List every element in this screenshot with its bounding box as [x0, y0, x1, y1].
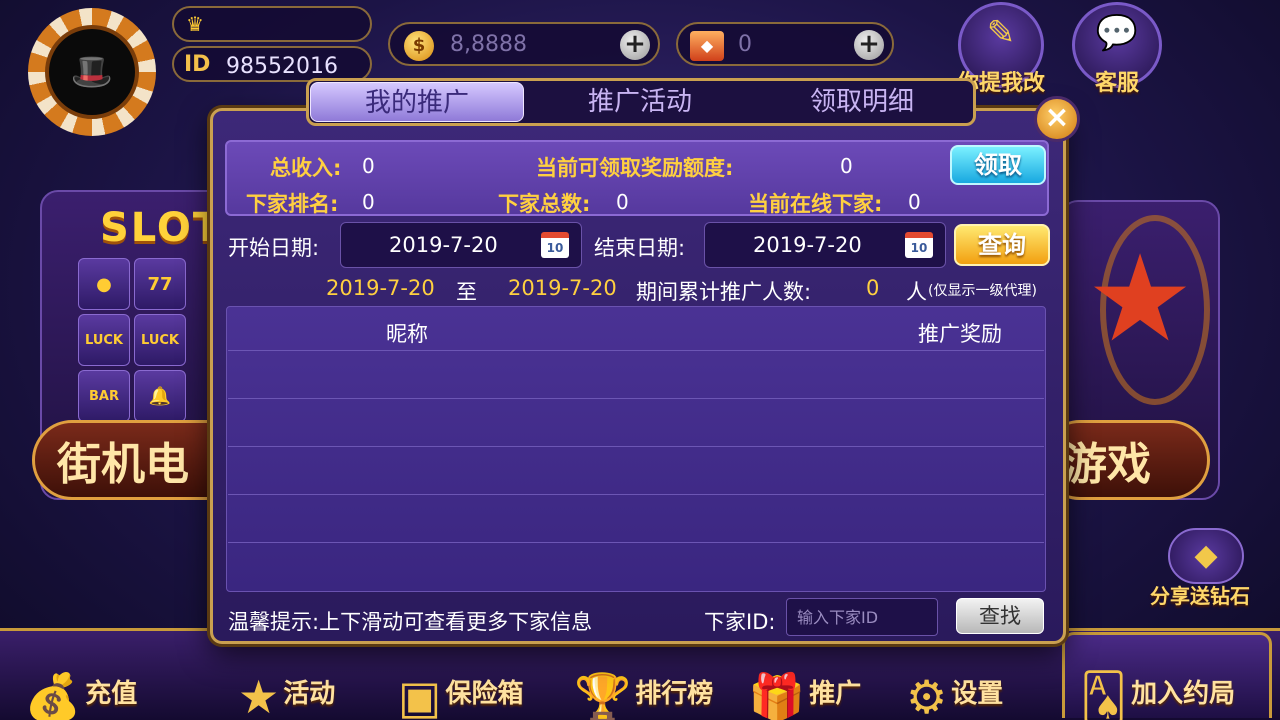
slot-cell: LUCK	[78, 314, 130, 366]
search-button[interactable]: 查找	[956, 598, 1044, 634]
cards-icon: 🂡	[1080, 670, 1128, 720]
end-date-field[interactable]: 2019-7-20 10	[704, 222, 946, 268]
chat-icon: 💬	[1095, 13, 1139, 53]
slot-cell: ●	[78, 258, 130, 310]
nav-label: 保险箱	[445, 679, 524, 709]
nav-label: 设置	[951, 679, 1004, 709]
close-button[interactable]: ×	[1034, 96, 1080, 142]
add-coins-button[interactable]: +	[620, 30, 650, 60]
feedback-button[interactable]: ✎ 你提我改	[957, 2, 1045, 96]
id-label: ID	[184, 52, 211, 77]
hat-icon: 🎩	[70, 52, 114, 92]
sub-online-value: 0	[908, 190, 921, 214]
column-nickname: 昵称	[386, 322, 428, 346]
sub-total-value: 0	[616, 190, 629, 214]
range-from: 2019-7-20	[326, 276, 435, 300]
share-diamond-button[interactable]: ◆	[1168, 528, 1244, 584]
sub-rank-value: 0	[362, 190, 375, 214]
nav-label: 活动	[283, 679, 336, 709]
slot-cell: 🔔	[134, 370, 186, 422]
star-icon: ★	[1086, 230, 1194, 369]
safe-icon: ▣	[398, 670, 442, 720]
crown-icon: ♛	[186, 12, 204, 36]
nav-label: 推广	[809, 679, 862, 709]
slot-cell: BAR	[78, 370, 130, 422]
nav-safe[interactable]: ▣ 保险箱	[398, 640, 523, 720]
tip-text: 温馨提示:上下滑动可查看更多下家信息	[228, 610, 593, 634]
gift-icon: 🎁	[748, 670, 806, 720]
diamond-icon: ◆	[690, 31, 724, 61]
nav-label: 加入约局	[1131, 679, 1236, 709]
diamond-balance: ◆ 0 +	[676, 22, 894, 66]
table-row-divider	[228, 350, 1044, 351]
query-button[interactable]: 查询	[954, 224, 1050, 266]
range-to: 2019-7-20	[508, 276, 617, 300]
end-date-label: 结束日期:	[594, 236, 686, 260]
player-id-pill: ID 98552016	[172, 46, 372, 82]
table-row-divider	[228, 494, 1044, 495]
avatar-image: 🎩	[45, 25, 139, 119]
start-date-field[interactable]: 2019-7-20 10	[340, 222, 582, 268]
promoted-count-unit: 人	[906, 280, 927, 304]
total-income-value: 0	[362, 154, 375, 178]
nav-recharge[interactable]: 💰 充值	[24, 640, 137, 720]
nav-label: 充值	[85, 679, 138, 709]
tab-promotion-events[interactable]: 推广活动	[530, 82, 750, 122]
money-bag-icon: 💰	[24, 670, 82, 720]
share-label: 分享送钻石	[1150, 584, 1250, 608]
claim-button[interactable]: 领取	[950, 145, 1046, 185]
calendar-icon[interactable]: 10	[905, 232, 933, 258]
coin-balance: $ 8,8888 +	[388, 22, 660, 66]
start-date-label: 开始日期:	[228, 236, 320, 260]
promoted-count-note: (仅显示一级代理)	[928, 283, 1037, 299]
total-income-label: 总收入:	[270, 156, 342, 180]
sub-id-label: 下家ID:	[704, 610, 776, 634]
slot-title: SLOT	[100, 205, 223, 251]
player-id: 98552016	[226, 54, 338, 79]
nickname-pill: ♛	[172, 6, 372, 42]
diamond-value: 0	[738, 32, 752, 57]
coin-icon: $	[404, 31, 434, 61]
end-date-value: 2019-7-20	[753, 233, 862, 257]
sub-total-label: 下家总数:	[498, 192, 591, 216]
add-diamonds-button[interactable]: +	[854, 30, 884, 60]
tab-my-promotion[interactable]: 我的推广	[310, 82, 524, 122]
slot-cell: LUCK	[134, 314, 186, 366]
range-to-word: 至	[456, 280, 477, 304]
slot-cell: 77	[134, 258, 186, 310]
customer-service-button[interactable]: 💬 客服	[1072, 2, 1162, 96]
edit-icon: ✎	[986, 13, 1016, 53]
claimable-label: 当前可领取奖励额度:	[536, 156, 734, 180]
nav-leaderboard[interactable]: 🏆 排行榜	[574, 640, 713, 720]
sub-id-input[interactable]	[786, 598, 938, 636]
start-date-value: 2019-7-20	[389, 233, 498, 257]
service-label: 客服	[1094, 71, 1139, 96]
tab-claim-details[interactable]: 领取明细	[752, 82, 972, 122]
nav-promotion[interactable]: 🎁 推广	[748, 640, 861, 720]
sub-online-label: 当前在线下家:	[748, 192, 883, 216]
subordinate-table[interactable]	[226, 306, 1046, 592]
table-row-divider	[228, 446, 1044, 447]
coin-value: 8,8888	[450, 32, 527, 57]
trophy-icon: 🏆	[574, 670, 632, 720]
column-reward: 推广奖励	[918, 322, 1002, 346]
nav-label: 排行榜	[635, 679, 714, 709]
avatar[interactable]: 🎩	[28, 8, 156, 136]
promoted-count-label: 期间累计推广人数:	[636, 280, 812, 304]
claimable-value: 0	[840, 154, 853, 178]
nav-join-room[interactable]: 🂡 加入约局	[1080, 640, 1235, 720]
nav-settings[interactable]: ⚙ 设置	[906, 640, 1003, 720]
table-row-divider	[228, 542, 1044, 543]
nav-events[interactable]: ★ 活动	[238, 640, 335, 720]
gear-icon: ⚙	[906, 670, 948, 720]
sub-rank-label: 下家排名:	[246, 192, 339, 216]
promoted-count-value: 0	[866, 276, 880, 300]
star-icon: ★	[238, 670, 280, 720]
calendar-icon[interactable]: 10	[541, 232, 569, 258]
table-row-divider	[228, 398, 1044, 399]
